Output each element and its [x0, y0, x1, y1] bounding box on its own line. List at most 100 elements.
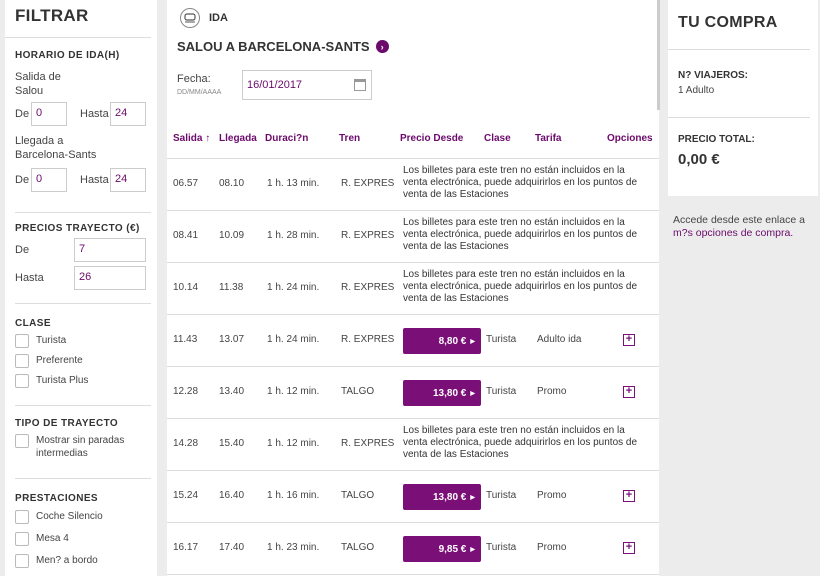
- calendar-icon[interactable]: [354, 79, 366, 91]
- tarifa-value: Promo: [537, 490, 567, 501]
- salida-time: 08.41: [173, 230, 199, 241]
- table-header: Salida ↑ Llegada Duraci?n Tren Precio De…: [167, 113, 659, 159]
- col-clase[interactable]: Clase: [484, 133, 511, 144]
- checkbox[interactable]: [15, 554, 29, 568]
- filters-panel: FILTRAR HORARIO DE IDA(H) Salida de Salo…: [5, 0, 157, 576]
- checkbox[interactable]: [15, 434, 29, 448]
- more-options-prefix: Accede desde este enlace a: [673, 214, 805, 226]
- price-value: 13,80 €: [433, 491, 467, 503]
- route-title[interactable]: SALOU A BARCELONA-SANTS ›: [177, 39, 389, 54]
- clase-value: Turista: [486, 542, 517, 553]
- price-button[interactable]: 13,80 € ▶: [403, 484, 481, 510]
- total-label: PRECIO TOTAL:: [678, 134, 755, 145]
- salida-time: 16.17: [173, 542, 199, 553]
- checkbox-label: Preferente: [36, 355, 83, 366]
- duration: 1 h. 24 min.: [267, 282, 320, 293]
- tarifa-value: Adulto ida: [537, 334, 582, 345]
- fecha-format: DD/MM/AAAA: [177, 89, 222, 96]
- checkbox[interactable]: [15, 354, 29, 368]
- col-salida[interactable]: Salida ↑: [173, 133, 210, 144]
- prestacion-option[interactable]: Mesa 4: [15, 532, 151, 546]
- plus-icon[interactable]: +: [623, 542, 635, 554]
- table-row: 10.14 11.38 1 h. 24 min. R. EXPRES Los bille…: [167, 263, 659, 315]
- clase-heading: CLASE: [15, 318, 51, 329]
- clase-option[interactable]: Turista Plus: [15, 374, 151, 388]
- checkbox[interactable]: [15, 334, 29, 348]
- llegada-time: 15.40: [219, 438, 245, 449]
- precio-de-input[interactable]: 7: [74, 238, 146, 262]
- col-llegada[interactable]: Llegada: [219, 133, 257, 144]
- col-opciones: Opciones: [607, 133, 653, 144]
- llegada-time: 11.38: [219, 282, 244, 293]
- salida-hasta-input[interactable]: 24: [110, 102, 146, 126]
- more-options-link[interactable]: m?s opciones de compra.: [673, 227, 793, 239]
- train-type: R. EXPRES: [341, 438, 395, 449]
- fecha-label: Fecha:: [177, 73, 211, 85]
- precio-hasta-row: Hasta 26: [15, 266, 151, 290]
- horario-heading: HORARIO DE IDA(H): [15, 50, 120, 61]
- duration: 1 h. 12 min.: [267, 438, 320, 449]
- llegada-de-input[interactable]: 0: [31, 168, 67, 192]
- direction-label: IDA: [209, 12, 228, 24]
- salida-time: 14.28: [173, 438, 199, 449]
- llegada-label: Llegada a Barcelona-Sants: [15, 135, 97, 161]
- train-type: TALGO: [341, 490, 375, 501]
- date-input[interactable]: 16/01/2017: [242, 70, 372, 100]
- col-tarifa[interactable]: Tarifa: [535, 133, 562, 144]
- salida-time: 15.24: [173, 490, 199, 501]
- plus-icon[interactable]: +: [623, 386, 635, 398]
- viajeros-section: N? VIAJEROS: 1 Adulto: [668, 50, 810, 118]
- salida-time: 10.14: [173, 282, 199, 293]
- cart-panel: TU COMPRA N? VIAJEROS: 1 Adulto PRECIO T…: [668, 0, 818, 196]
- col-precio[interactable]: Precio Desde: [400, 133, 463, 144]
- caret-right-icon: ▶: [470, 390, 475, 397]
- col-tren[interactable]: Tren: [339, 133, 360, 144]
- checkbox-label: Men? a bordo: [36, 555, 98, 566]
- checkbox-label: Turista Plus: [36, 375, 89, 386]
- train-type: TALGO: [341, 542, 375, 553]
- precio-hasta-input[interactable]: 26: [74, 266, 146, 290]
- scrollbar[interactable]: [657, 0, 660, 110]
- salida-de-input[interactable]: 0: [31, 102, 67, 126]
- viajeros-value: 1 Adulto: [678, 85, 715, 96]
- clase-option[interactable]: Preferente: [15, 354, 151, 368]
- caret-right-icon: ▶: [470, 494, 475, 501]
- llegada-hasta-input[interactable]: 24: [110, 168, 146, 192]
- more-options-text: Accede desde este enlace a m?s opciones …: [673, 214, 818, 240]
- price-button[interactable]: 8,80 € ▶: [403, 328, 481, 354]
- duration: 1 h. 28 min.: [267, 230, 320, 241]
- precios-section: PRECIOS TRAYECTO (€) De 7 Hasta 26: [15, 213, 151, 304]
- clase-option[interactable]: Turista: [15, 334, 151, 348]
- total-section: PRECIO TOTAL: 0,00 €: [668, 118, 818, 168]
- arrow-right-circle-icon[interactable]: ›: [375, 40, 389, 53]
- prestacion-option[interactable]: Men? a bordo: [15, 554, 151, 568]
- train-type: TALGO: [341, 386, 375, 397]
- table-row: 08.41 10.09 1 h. 28 min. R. EXPRES Los bille…: [167, 211, 659, 263]
- tipo-section: TIPO DE TRAYECTO Mostrar sin paradas int…: [15, 406, 151, 479]
- checkbox[interactable]: [15, 510, 29, 524]
- train-type: R. EXPRES: [341, 282, 395, 293]
- plus-icon[interactable]: +: [623, 490, 635, 502]
- cart-title: TU COMPRA: [668, 0, 810, 50]
- prestaciones-section: PRESTACIONES Coche Silencio Mesa 4 Men? …: [15, 479, 151, 568]
- unavailable-note: Los billetes para este tren no están inc…: [403, 425, 638, 460]
- unavailable-note: Los billetes para este tren no están inc…: [403, 217, 638, 252]
- caret-right-icon: ▶: [470, 546, 475, 553]
- caret-right-icon: ▶: [470, 338, 475, 345]
- plus-icon[interactable]: +: [623, 334, 635, 346]
- unavailable-note: Los billetes para este tren no están inc…: [403, 269, 638, 304]
- tarifa-value: Promo: [537, 386, 567, 397]
- col-duracion[interactable]: Duraci?n: [265, 133, 308, 144]
- clase-value: Turista: [486, 386, 517, 397]
- price-button[interactable]: 13,80 € ▶: [403, 380, 481, 406]
- unavailable-note: Los billetes para este tren no están inc…: [403, 165, 638, 200]
- llegada-time: 10.09: [219, 230, 245, 241]
- price-button[interactable]: 9,85 € ▶: [403, 536, 481, 562]
- tipo-option[interactable]: Mostrar sin paradas intermedias: [15, 434, 151, 460]
- prestacion-option[interactable]: Coche Silencio: [15, 510, 151, 524]
- salida-range: De 0 Hasta 24: [15, 102, 151, 126]
- checkbox[interactable]: [15, 374, 29, 388]
- checkbox[interactable]: [15, 532, 29, 546]
- precio-de-label: De: [15, 244, 30, 256]
- direction-header: IDA: [180, 8, 228, 28]
